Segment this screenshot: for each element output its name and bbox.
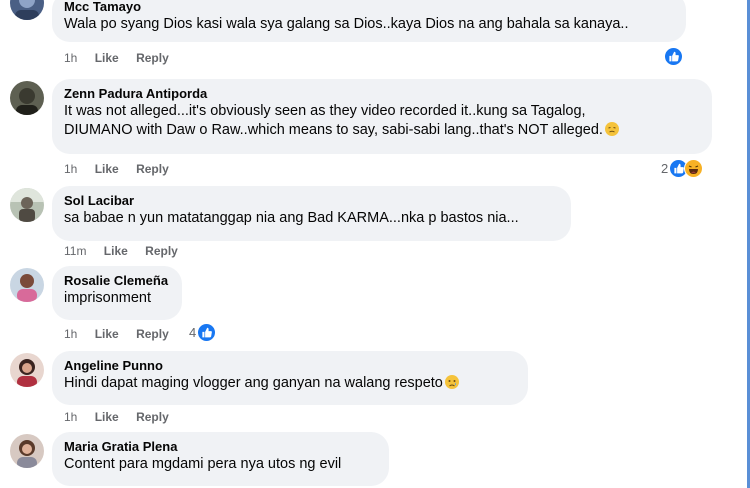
comment-time[interactable]: 11m: [64, 244, 86, 258]
reaction-summary[interactable]: 4: [189, 323, 217, 342]
reaction-count: 4: [189, 325, 197, 340]
like-button[interactable]: Like: [95, 410, 119, 424]
avatar[interactable]: [10, 81, 44, 115]
reply-button[interactable]: Reply: [145, 244, 178, 258]
reply-button[interactable]: Reply: [136, 410, 169, 424]
reply-button[interactable]: Reply: [136, 162, 169, 176]
comment-author[interactable]: Angeline Punno: [64, 357, 516, 374]
comment-author[interactable]: Sol Lacibar: [64, 192, 559, 209]
comment-actions: 11m Like Reply: [64, 244, 192, 258]
comment-actions: 1h Like Reply: [64, 410, 183, 424]
like-reaction-icon: [197, 323, 217, 342]
comment-time[interactable]: 1h: [64, 162, 77, 176]
like-button[interactable]: Like: [95, 51, 119, 65]
like-button[interactable]: Like: [95, 162, 119, 176]
avatar[interactable]: [10, 188, 44, 222]
comment-bubble: Angeline Punno Hindi dapat maging vlogge…: [52, 351, 528, 405]
comment-text-line: It was not alleged...it's obviously seen…: [64, 103, 586, 119]
comment-text: Wala po syang Dios kasi wala sya galang …: [64, 16, 629, 32]
comment-author[interactable]: Rosalie Clemeña: [64, 272, 170, 289]
avatar[interactable]: [10, 268, 44, 302]
comment-author[interactable]: Mcc Tamayo: [64, 0, 674, 15]
comment-time[interactable]: 1h: [64, 327, 77, 341]
comment-text: sa babae n yun matatanggap nia ang Bad K…: [64, 210, 519, 226]
pensive-face-emoji: [604, 122, 619, 136]
comment-bubble: Sol Lacibar sa babae n yun matatanggap n…: [52, 186, 571, 241]
comment-bubble: Rosalie Clemeña imprisonment: [52, 266, 182, 320]
like-button[interactable]: Like: [95, 327, 119, 341]
comment-text: imprisonment: [64, 290, 152, 306]
reply-button[interactable]: Reply: [136, 51, 169, 65]
reaction-count: 2: [661, 161, 669, 176]
like-reaction-icon: [664, 47, 683, 66]
comment-actions: 1h Like Reply: [64, 162, 183, 176]
like-button[interactable]: Like: [104, 244, 128, 258]
comment-bubble: Mcc Tamayo Wala po syang Dios kasi wala …: [52, 0, 686, 42]
avatar[interactable]: [10, 434, 44, 468]
haha-reaction-icon: [684, 159, 704, 178]
comment-text: Hindi dapat maging vlogger ang ganyan na…: [64, 375, 443, 391]
reaction-summary[interactable]: [664, 47, 683, 66]
comment-bubble: Maria Gratia Plena Content para mgdami p…: [52, 432, 389, 486]
comment-author[interactable]: Zenn Padura Antiporda: [64, 85, 700, 102]
comment-actions: 1h Like Reply: [64, 51, 183, 65]
comment-actions: 1h Like Reply: [64, 327, 183, 341]
avatar[interactable]: [10, 353, 44, 387]
avatar[interactable]: [10, 0, 44, 20]
comment-text: Content para mgdami pera nya utos ng evi…: [64, 456, 342, 472]
comment-author[interactable]: Maria Gratia Plena: [64, 438, 377, 455]
comment-bubble: Zenn Padura Antiporda It was not alleged…: [52, 79, 712, 154]
comment-time[interactable]: 1h: [64, 410, 77, 424]
reply-button[interactable]: Reply: [136, 327, 169, 341]
comment-time[interactable]: 1h: [64, 51, 77, 65]
reaction-summary[interactable]: 2: [661, 159, 704, 178]
crying-face-emoji: [444, 375, 459, 389]
comment-text-line: DIUMANO with Daw o Raw..which means to s…: [64, 122, 603, 138]
